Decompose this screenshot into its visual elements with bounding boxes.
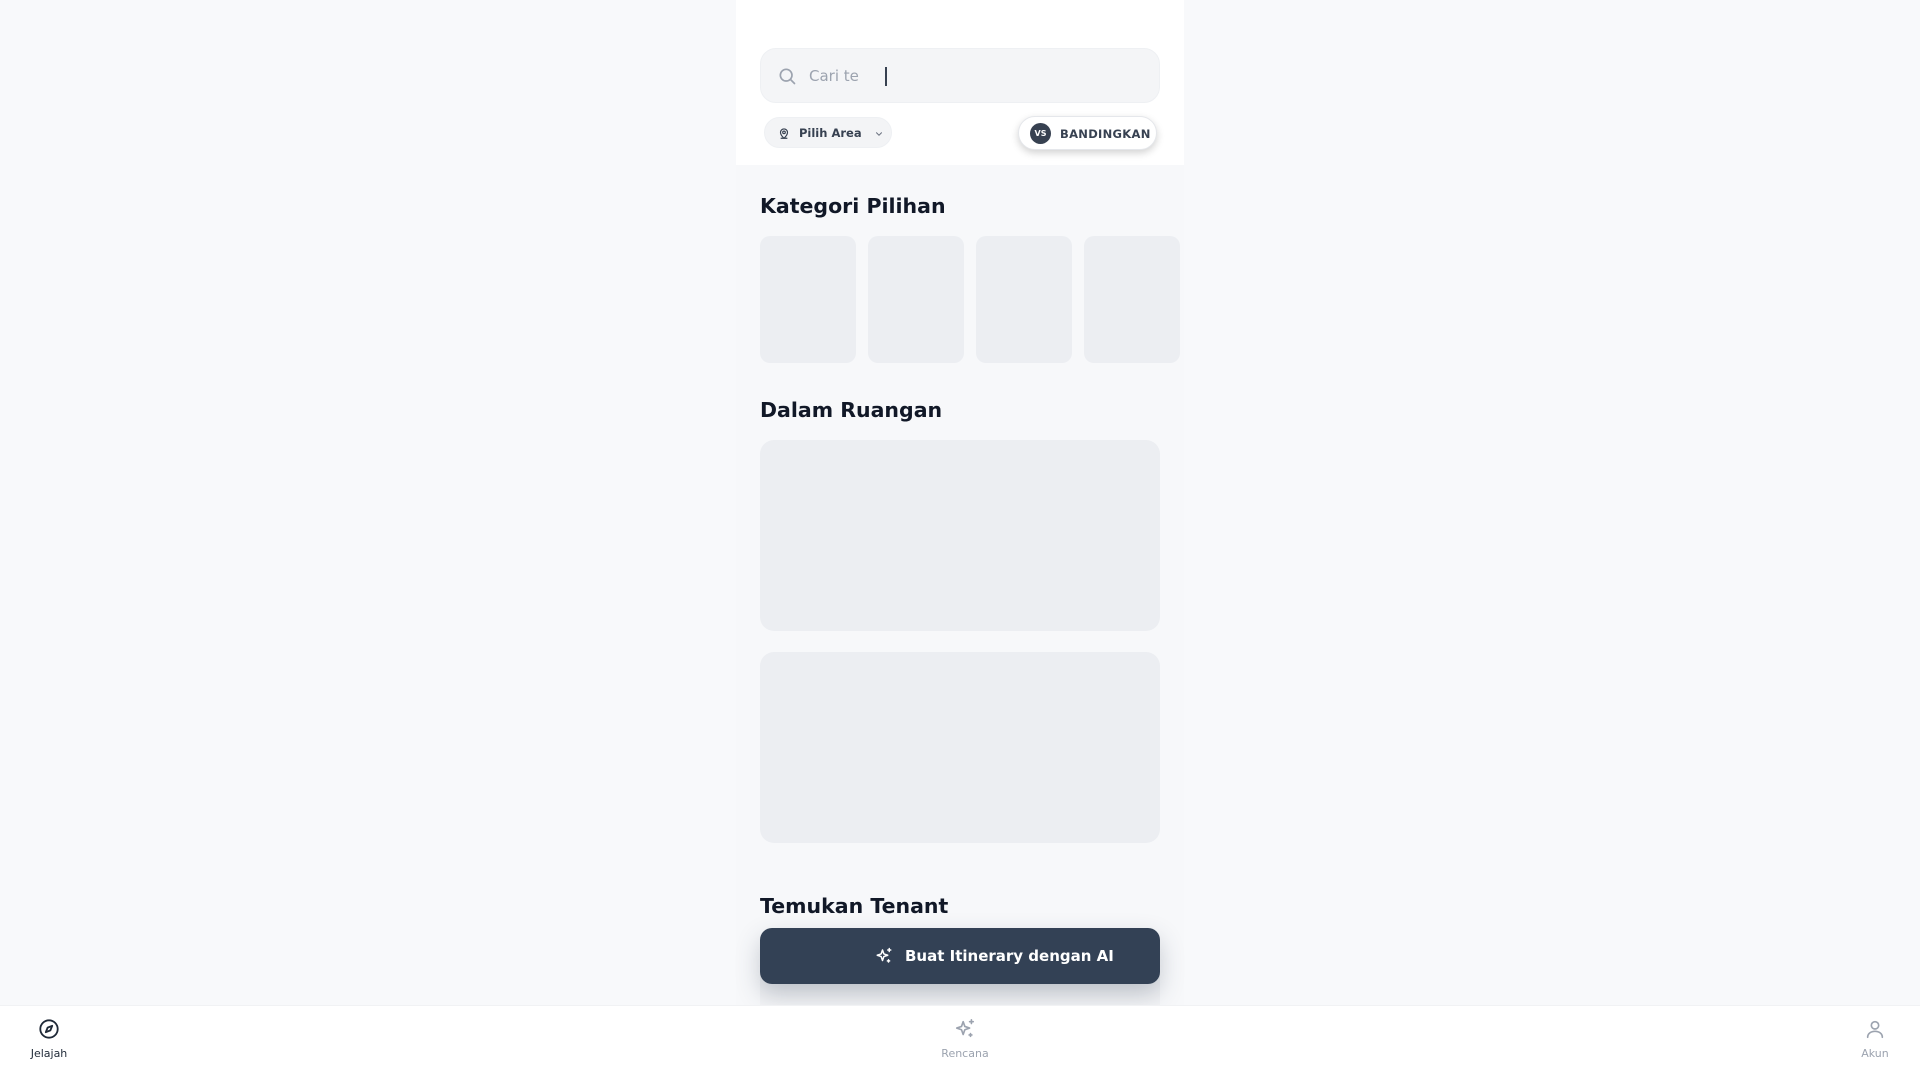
ai-itinerary-label: Buat Itinerary dengan AI <box>905 947 1114 965</box>
nav-item-akun[interactable]: Akun <box>1830 1018 1920 1068</box>
indoor-card-placeholder[interactable] <box>760 440 1160 631</box>
nav-label: Jelajah <box>30 1047 68 1060</box>
area-select-button[interactable]: Pilih Area <box>764 117 892 148</box>
user-icon <box>1866 1020 1884 1039</box>
category-card-placeholder[interactable] <box>868 236 964 363</box>
search-icon <box>779 68 796 85</box>
category-card-placeholder[interactable] <box>976 236 1072 363</box>
search-input[interactable]: Cari te <box>809 66 859 86</box>
sparkles-icon <box>876 947 892 963</box>
chevron-down-icon <box>875 132 883 136</box>
ai-itinerary-button[interactable]: Buat Itinerary dengan AI <box>760 928 1160 984</box>
map-pin-icon <box>779 128 789 139</box>
indoor-card-placeholder[interactable] <box>760 652 1160 843</box>
vs-badge: VS <box>1030 123 1051 144</box>
header-panel: Cari te Pilih Area VS BANDINGKAN <box>736 0 1184 165</box>
sparkles-icon <box>955 1019 975 1038</box>
nav-item-jelajah[interactable]: Jelajah <box>4 1018 94 1068</box>
category-card-placeholder[interactable] <box>760 236 856 363</box>
bottom-navigation: Jelajah Rencana Akun <box>0 1005 1920 1080</box>
category-card-placeholder[interactable] <box>1084 236 1180 363</box>
indoor-title: Dalam Ruangan <box>760 398 943 422</box>
categories-title: Kategori Pilihan <box>760 194 946 218</box>
nav-item-rencana[interactable]: Rencana <box>920 1018 1010 1068</box>
text-caret <box>885 67 887 86</box>
search-bar[interactable]: Cari te <box>760 48 1160 103</box>
nav-label: Rencana <box>941 1047 989 1060</box>
nav-label: Akun <box>1861 1047 1889 1060</box>
tenants-title: Temukan Tenant <box>760 894 949 918</box>
compass-icon <box>39 1019 59 1039</box>
area-select-label: Pilih Area <box>799 126 862 140</box>
main-column: Cari te Pilih Area VS BANDINGKAN Kategor… <box>736 0 1184 1080</box>
compare-label: BANDINGKAN <box>1060 127 1151 141</box>
compare-button[interactable]: VS BANDINGKAN <box>1018 116 1157 150</box>
